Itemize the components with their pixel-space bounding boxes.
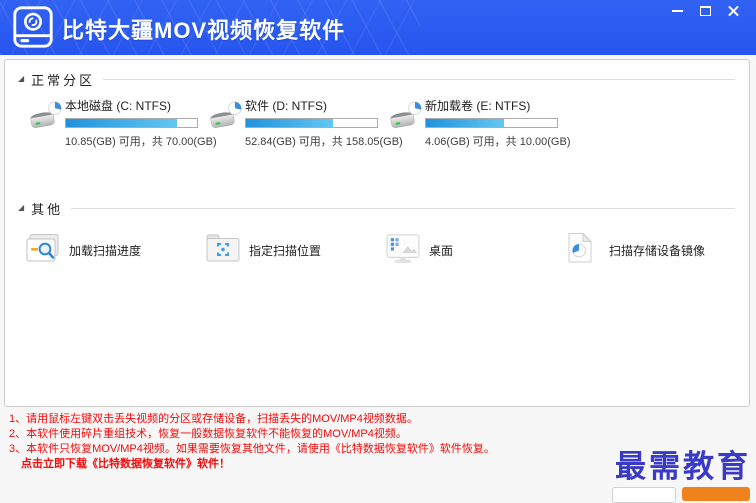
cutoff-button-white[interactable] — [612, 487, 676, 503]
drive-usage-fill — [66, 119, 177, 127]
maximize-icon[interactable] — [698, 3, 714, 19]
notice-area: 1、请用鼠标左键双击丢失视频的分区或存储设备，扫描丢失的MOV/MP4视频数据。… — [9, 412, 495, 472]
other-item-specify-scan-location[interactable]: 指定扫描位置 — [205, 232, 385, 269]
desktop-icon — [385, 233, 423, 268]
section-header-partitions[interactable]: ◢ 正常分区 — [5, 60, 749, 89]
drive-item-c[interactable]: 本地磁盘 (C: NTFS) 10.85(GB) 可用，共 70.00(GB) — [29, 97, 217, 149]
drive-list: 本地磁盘 (C: NTFS) 10.85(GB) 可用，共 70.00(GB) — [5, 89, 749, 149]
hard-drive-icon — [209, 97, 245, 149]
drive-usage-bar — [245, 118, 378, 128]
app-logo-icon — [13, 6, 53, 48]
drive-usage-fill — [426, 119, 504, 127]
drive-capacity: 10.85(GB) 可用，共 70.00(GB) — [65, 136, 217, 148]
other-item-label: 指定扫描位置 — [249, 244, 322, 258]
drive-info: 新加载卷 (E: NTFS) 4.06(GB) 可用，共 10.00(GB) — [425, 97, 571, 149]
notice-line-2: 2、本软件使用碎片重组技术，恢复一般数据恢复软件不能恢复的MOV/MP4视频。 — [9, 428, 407, 440]
drive-capacity: 4.06(GB) 可用，共 10.00(GB) — [425, 136, 571, 148]
section-divider — [71, 208, 735, 209]
drive-item-d[interactable]: 软件 (D: NTFS) 52.84(GB) 可用，共 158.05(GB) — [209, 97, 403, 149]
other-item-desktop[interactable]: 桌面 — [385, 232, 565, 269]
other-item-label: 加载扫描进度 — [69, 244, 142, 258]
title-bar: 比特大疆MOV视频恢复软件 — [0, 0, 756, 55]
collapse-triangle-icon[interactable]: ◢ — [18, 203, 24, 212]
other-item-label: 桌面 — [429, 244, 454, 258]
drive-usage-bar — [65, 118, 198, 128]
drive-usage-bar — [425, 118, 558, 128]
other-item-scan-storage-image[interactable]: 扫描存储设备镜像 — [565, 232, 745, 269]
drive-item-e[interactable]: 新加载卷 (E: NTFS) 4.06(GB) 可用，共 10.00(GB) — [389, 97, 571, 149]
notice-line-1: 1、请用鼠标左键双击丢失视频的分区或存储设备，扫描丢失的MOV/MP4视频数据。 — [9, 413, 418, 425]
minimize-icon[interactable] — [670, 3, 686, 19]
cutoff-button-orange[interactable] — [682, 487, 750, 501]
specify-scan-location-icon — [205, 233, 243, 268]
drive-usage-fill — [246, 119, 334, 127]
load-scan-progress-icon — [25, 233, 63, 268]
section-title: 正常分区 — [31, 73, 96, 88]
other-item-label: 扫描存储设备镜像 — [609, 244, 706, 258]
main-panel: ◢ 正常分区 本地磁盘 (C: NTFS) 10.85(GB) 可用，共 70.… — [4, 59, 750, 407]
section-divider — [103, 79, 735, 80]
drive-info: 本地磁盘 (C: NTFS) 10.85(GB) 可用，共 70.00(GB) — [65, 97, 217, 149]
hard-drive-icon — [389, 97, 425, 149]
collapse-triangle-icon[interactable]: ◢ — [18, 74, 24, 83]
drive-name: 本地磁盘 (C: NTFS) — [65, 99, 171, 113]
others-list: 加载扫描进度 指定扫描位置 桌面 扫描存储设备镜像 — [5, 218, 749, 269]
hard-drive-icon — [29, 97, 65, 149]
drive-name: 新加载卷 (E: NTFS) — [425, 99, 531, 113]
drive-capacity: 52.84(GB) 可用，共 158.05(GB) — [245, 136, 403, 148]
download-software-link[interactable]: 点击立即下载《比特数据恢复软件》软件！ — [21, 457, 495, 472]
other-item-load-scan-progress[interactable]: 加载扫描进度 — [25, 232, 205, 269]
section-header-others[interactable]: ◢ 其他 — [5, 189, 749, 218]
app-title: 比特大疆MOV视频恢复软件 — [62, 18, 346, 43]
notice-line-3: 3、本软件只恢复MOV/MP4视频。如果需要恢复其他文件，请使用《比特数据恢复软… — [9, 443, 495, 455]
drive-info: 软件 (D: NTFS) 52.84(GB) 可用，共 158.05(GB) — [245, 97, 403, 149]
section-title: 其他 — [31, 202, 64, 217]
watermark-text: 最需教育 — [615, 449, 751, 485]
window-controls — [670, 3, 742, 19]
close-icon[interactable] — [726, 3, 742, 19]
drive-name: 软件 (D: NTFS) — [245, 99, 327, 113]
scan-storage-image-icon — [565, 232, 603, 269]
